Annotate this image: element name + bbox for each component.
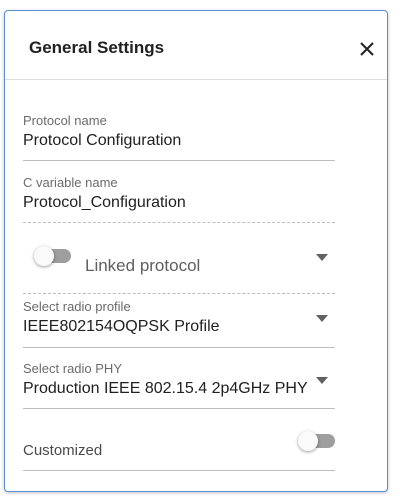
close-icon[interactable]: [355, 37, 379, 61]
header-divider: [5, 79, 387, 80]
panel-title: General Settings: [29, 38, 165, 57]
radio-profile-select[interactable]: Select radio profile IEEE802154OQPSK Pro…: [23, 299, 335, 338]
general-settings-panel: General Settings Protocol name Protocol …: [4, 10, 388, 492]
chevron-down-icon[interactable]: [315, 311, 329, 325]
radio-phy-underline: [23, 408, 335, 409]
customized-label: Customized: [23, 442, 103, 459]
c-variable-name-input[interactable]: Protocol_Configuration: [23, 192, 335, 214]
c-variable-name-field[interactable]: C variable name Protocol_Configuration: [23, 175, 335, 214]
radio-phy-value[interactable]: Production IEEE 802.15.4 2p4GHz PHY: [23, 378, 335, 400]
radio-profile-value[interactable]: IEEE802154OQPSK Profile: [23, 316, 335, 338]
linked-protocol-underline: [23, 293, 335, 294]
toggle-thumb: [34, 246, 54, 266]
protocol-name-field[interactable]: Protocol name Protocol Configuration: [23, 113, 335, 152]
radio-profile-underline: [23, 347, 335, 348]
c-variable-name-label: C variable name: [23, 175, 118, 190]
c-variable-name-underline: [23, 222, 335, 223]
linked-protocol-label: Linked protocol: [85, 256, 201, 275]
chevron-down-icon[interactable]: [315, 373, 329, 387]
protocol-name-label: Protocol name: [23, 113, 107, 128]
toggle-thumb: [298, 431, 318, 451]
protocol-name-underline: [23, 160, 335, 161]
radio-phy-select[interactable]: Select radio PHY Production IEEE 802.15.…: [23, 361, 335, 400]
customized-underline: [23, 470, 335, 471]
linked-protocol-toggle[interactable]: [34, 246, 71, 266]
protocol-name-input[interactable]: Protocol Configuration: [23, 130, 335, 152]
radio-phy-label: Select radio PHY: [23, 361, 122, 376]
chevron-down-icon[interactable]: [315, 250, 329, 264]
customized-toggle[interactable]: [298, 431, 335, 451]
radio-profile-label: Select radio profile: [23, 299, 131, 314]
